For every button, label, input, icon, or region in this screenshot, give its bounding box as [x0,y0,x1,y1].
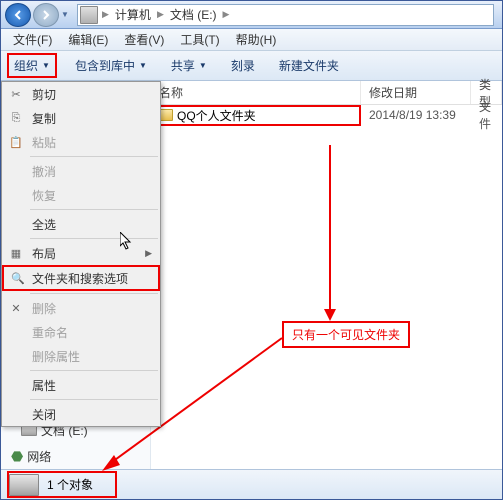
include-label: 包含到库中 [75,57,135,74]
burn-label: 刻录 [231,57,255,74]
copy-icon: ⎘ [8,110,24,126]
dropdown-arrow-icon: ▼ [42,61,50,70]
titlebar: ▼ ▶ 计算机 ▶ 文档 (E:) ▶ [1,1,502,29]
breadcrumb-sep: ▶ [155,9,166,20]
new-folder-label: 新建文件夹 [279,57,339,74]
breadcrumb-computer[interactable]: 计算机 [111,6,155,23]
menu-separator [30,399,158,400]
menu-copy[interactable]: ⎘复制 [2,106,160,130]
sidebar-network[interactable]: ⬣网络 [1,447,150,465]
new-folder-button[interactable]: 新建文件夹 [273,54,345,77]
nav-back-button[interactable] [5,3,31,27]
file-date: 2014/8/19 13:39 [361,108,471,122]
menu-layout[interactable]: ▦布局▶ [2,241,160,265]
content-area: ✂剪切 ⎘复制 📋粘贴 撤消 恢复 全选 ▦布局▶ 🔍文件夹和搜索选项 ✕删除 … [1,81,502,469]
cut-icon: ✂ [8,86,24,102]
drive-icon [80,6,98,24]
file-row[interactable]: QQ个人文件夹 2014/8/19 13:39 文件 [151,105,502,125]
menu-separator [30,370,158,371]
menu-redo: 恢复 [2,183,160,207]
layout-icon: ▦ [8,245,24,261]
share-button[interactable]: 共享 ▼ [165,54,213,77]
menu-tools[interactable]: 工具(T) [172,29,227,50]
dropdown-arrow-icon: ▼ [199,61,207,70]
statusbar: 1 个对象 [1,469,502,499]
menu-undo: 撤消 [2,159,160,183]
file-name: QQ个人文件夹 [177,107,256,124]
menu-edit[interactable]: 编辑(E) [60,29,116,50]
breadcrumb-sep: ▶ [100,9,111,20]
menu-separator [30,293,158,294]
col-header-date[interactable]: 修改日期 [361,81,471,104]
menu-separator [30,238,158,239]
folder-options-icon: 🔍 [10,270,26,286]
menu-close[interactable]: 关闭 [2,402,160,426]
menu-properties[interactable]: 属性 [2,373,160,397]
menu-help[interactable]: 帮助(H) [228,29,285,50]
nav-history-dropdown[interactable]: ▼ [61,10,73,19]
drive-icon [9,474,39,496]
file-type: 文件 [471,98,502,132]
column-headers: 名称 修改日期 类型 [151,81,502,105]
paste-icon: 📋 [8,134,24,150]
menu-cut[interactable]: ✂剪切 [2,82,160,106]
menu-rename: 重命名 [2,320,160,344]
dropdown-arrow-icon: ▼ [139,61,147,70]
breadcrumb-drive[interactable]: 文档 (E:) [166,6,221,23]
network-icon: ⬣ [11,448,23,465]
include-library-button[interactable]: 包含到库中 ▼ [69,54,153,77]
file-name-cell: QQ个人文件夹 [151,105,361,126]
menu-remove-props: 删除属性 [2,344,160,368]
file-list-pane: 名称 修改日期 类型 QQ个人文件夹 2014/8/19 13:39 文件 [151,81,502,469]
col-header-name[interactable]: 名称 [151,81,361,104]
menubar: 文件(F) 编辑(E) 查看(V) 工具(T) 帮助(H) [1,29,502,51]
address-bar[interactable]: ▶ 计算机 ▶ 文档 (E:) ▶ [77,4,494,26]
submenu-arrow-icon: ▶ [145,248,152,259]
menu-folder-options[interactable]: 🔍文件夹和搜索选项 [2,265,160,291]
breadcrumb-sep: ▶ [221,9,232,20]
organize-label: 组织 [14,57,38,74]
menu-paste: 📋粘贴 [2,130,160,154]
share-label: 共享 [171,57,195,74]
delete-icon: ✕ [8,300,24,316]
menu-select-all[interactable]: 全选 [2,212,160,236]
organize-dropdown: ✂剪切 ⎘复制 📋粘贴 撤消 恢复 全选 ▦布局▶ 🔍文件夹和搜索选项 ✕删除 … [1,81,161,427]
burn-button[interactable]: 刻录 [225,54,261,77]
menu-file[interactable]: 文件(F) [5,29,60,50]
toolbar: 组织 ▼ 包含到库中 ▼ 共享 ▼ 刻录 新建文件夹 [1,51,502,81]
menu-separator [30,209,158,210]
menu-separator [30,156,158,157]
menu-delete: ✕删除 [2,296,160,320]
menu-view[interactable]: 查看(V) [116,29,172,50]
nav-forward-button [33,3,59,27]
annotation-label: 只有一个可见文件夹 [282,321,410,348]
organize-button[interactable]: 组织 ▼ [7,53,57,78]
